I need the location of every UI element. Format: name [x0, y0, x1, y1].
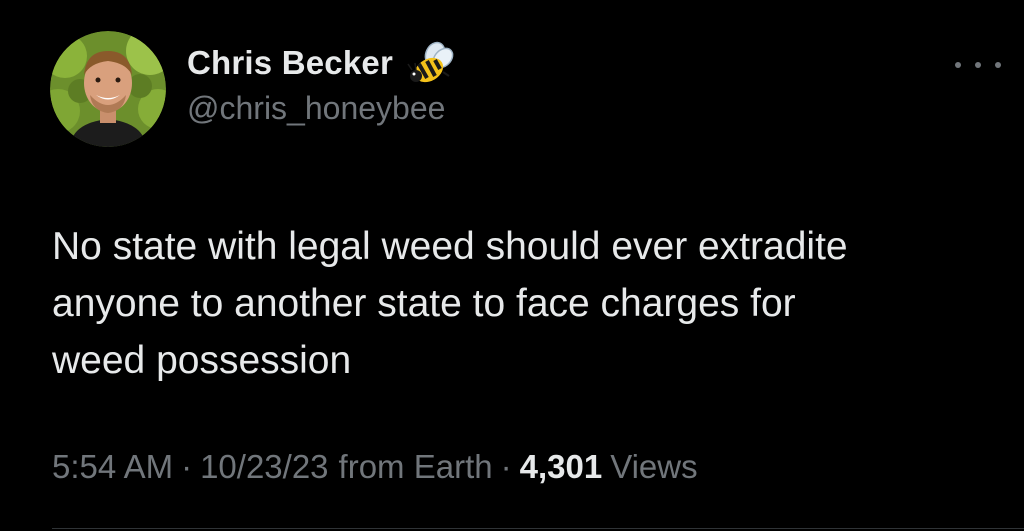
- more-dot: [995, 62, 1001, 68]
- separator: ·: [500, 448, 512, 485]
- bee-icon: [405, 38, 455, 88]
- views-count[interactable]: 4,301: [520, 448, 603, 486]
- display-name[interactable]: Chris Becker: [187, 44, 393, 82]
- user-handle[interactable]: @chris_honeybee: [187, 90, 455, 127]
- tweet-metadata: 5:54 AM · 10/23/23 from Earth · 4,301 Vi…: [52, 448, 698, 486]
- tweet-time[interactable]: 5:54 AM: [52, 448, 173, 486]
- tweet-source: from Earth: [338, 448, 493, 485]
- separator: ·: [181, 448, 193, 485]
- name-row: Chris Becker: [187, 38, 455, 88]
- tweet: Chris Becker @chris_honeybee No state wi…: [0, 0, 1024, 531]
- avatar-photo: [50, 31, 166, 147]
- divider: [52, 528, 1024, 529]
- author-block: Chris Becker @chris_honeybee: [187, 38, 455, 127]
- views-label: Views: [610, 448, 698, 485]
- avatar[interactable]: [50, 31, 166, 147]
- more-dot: [975, 62, 981, 68]
- tweet-date[interactable]: 10/23/23: [200, 448, 328, 486]
- more-dot: [955, 62, 961, 68]
- more-options-icon[interactable]: [955, 55, 1001, 75]
- tweet-text: No state with legal weed should ever ext…: [52, 225, 848, 382]
